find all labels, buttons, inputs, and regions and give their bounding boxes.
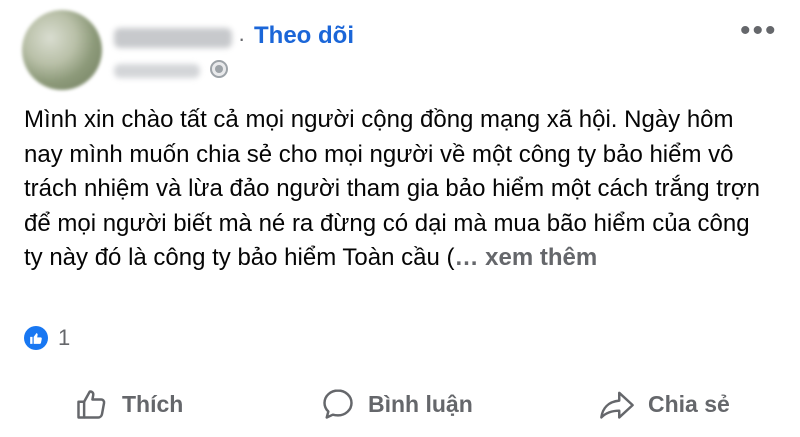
comment-label: Bình luận [368,390,473,417]
avatar[interactable] [22,10,102,90]
follow-button[interactable]: Theo dõi [254,22,354,50]
comment-button[interactable]: Bình luận [320,378,473,430]
author-name-blurred[interactable] [114,28,232,48]
like-button[interactable]: Thích [74,378,183,430]
action-bar: Thích Bình luận Chia sẻ [0,378,800,430]
more-options-icon[interactable]: ••• [740,16,778,46]
share-label: Chia sẻ [648,390,730,417]
comment-bubble-icon [323,389,353,419]
globe-icon [210,60,228,78]
reaction-count: 1 [58,325,71,350]
post-text: Mình xin chào tất cả mọi người cộng đồng… [24,103,764,276]
share-arrow-icon [600,391,634,419]
thumbs-up-outline-icon [77,390,106,419]
share-button[interactable]: Chia sẻ [598,378,730,430]
see-more-link[interactable]: … xem thêm [455,244,598,271]
post-body: Mình xin chào tất cả mọi người cộng đồng… [24,106,760,272]
like-label: Thích [122,390,184,417]
reactions-summary[interactable]: 1 [24,325,70,351]
thumbs-up-icon [24,326,48,350]
post-meta-blurred [114,64,200,78]
separator-dot: · [238,26,246,51]
